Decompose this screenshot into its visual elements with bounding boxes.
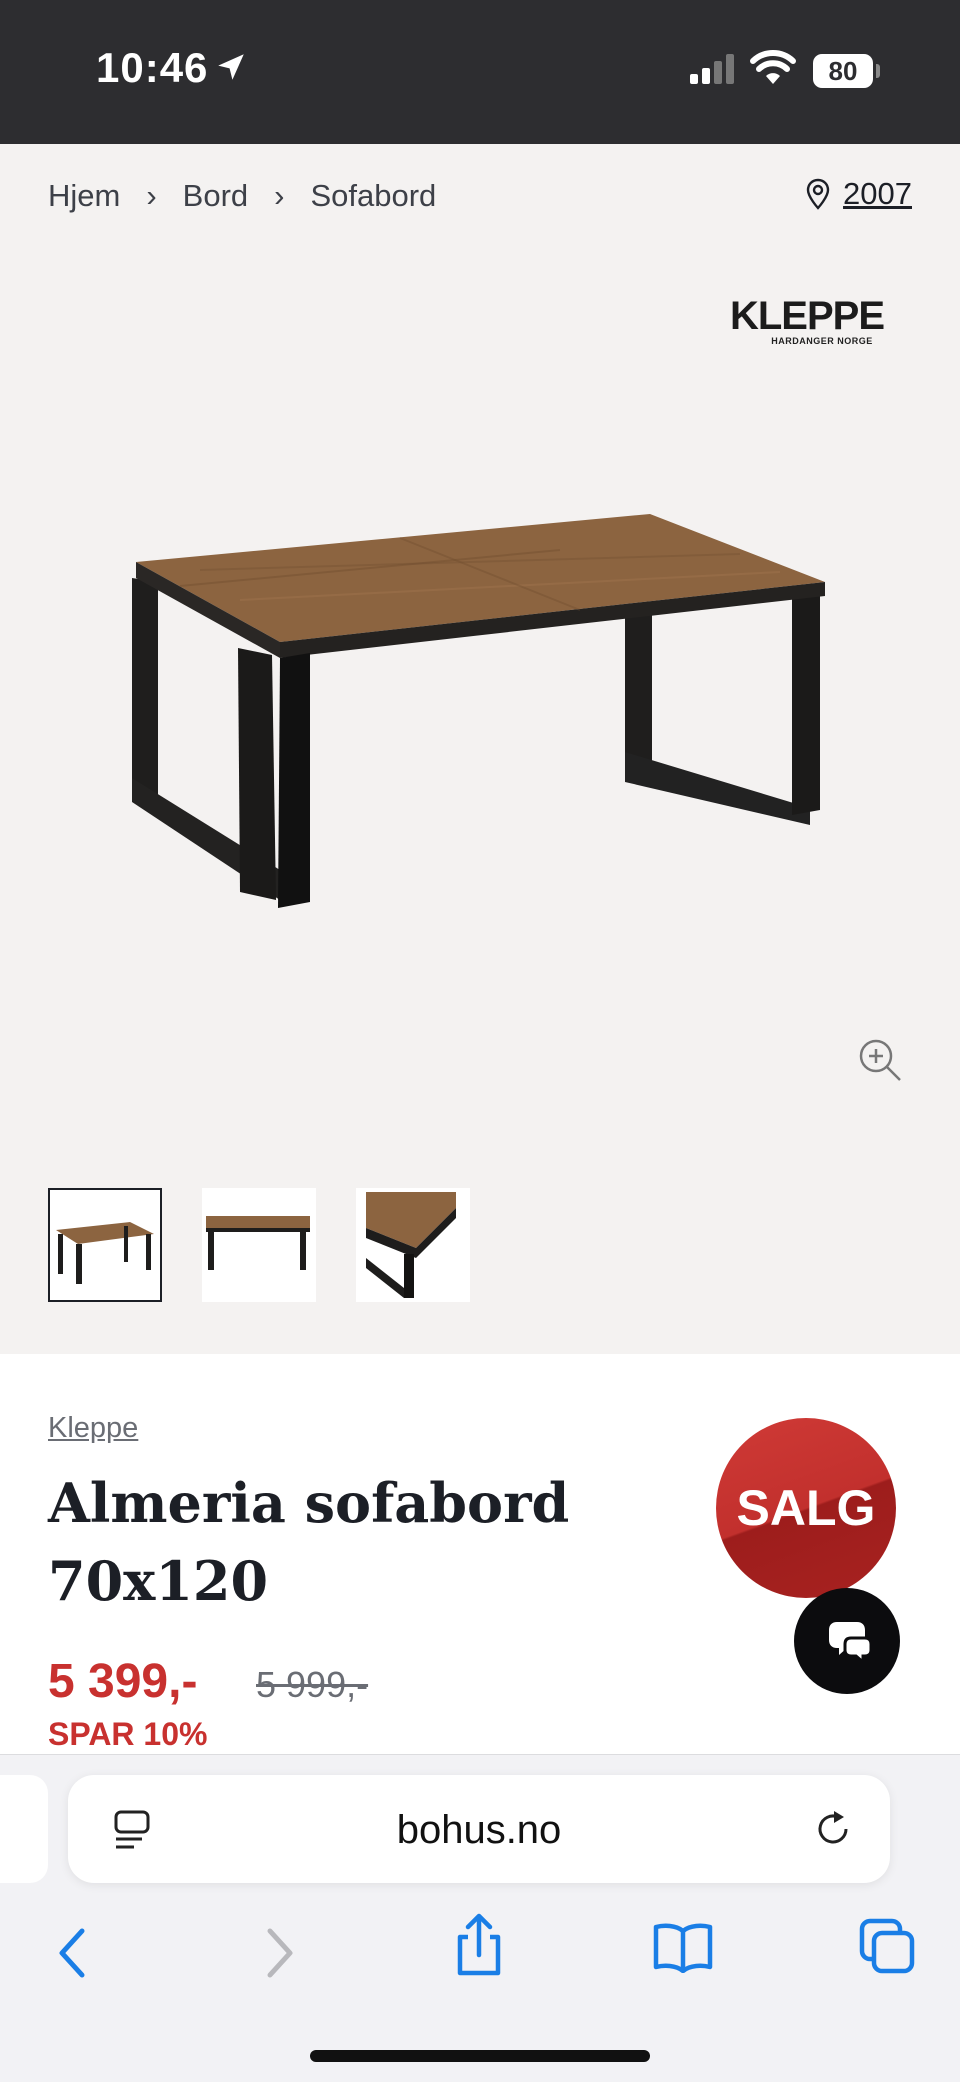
thumbnail-1[interactable] — [48, 1188, 162, 1302]
brand-logo-subtitle: HARDANGER NORGE — [771, 336, 873, 346]
location-arrow-icon — [218, 54, 244, 80]
chevron-right-icon: › — [146, 178, 157, 213]
saving-label: SPAR 10% — [48, 1716, 208, 1752]
product-brand-link[interactable]: Kleppe — [48, 1412, 138, 1445]
previous-tab-preview[interactable] — [0, 1775, 48, 1883]
brand-logo-name: KLEPPE — [729, 294, 885, 338]
wifi-icon — [750, 50, 796, 84]
product-title-line2: 70x120 — [48, 1549, 269, 1613]
zoom-in-icon[interactable] — [856, 1036, 904, 1084]
product-title-line1: Almeria sofabord — [48, 1471, 570, 1535]
bookmarks-icon[interactable] — [652, 1921, 714, 1973]
location-pin-icon — [806, 178, 830, 210]
home-indicator — [310, 2050, 650, 2062]
thumbnail-3[interactable] — [356, 1188, 470, 1302]
battery-indicator: 80 — [813, 54, 873, 88]
browser-toolbar — [0, 1905, 960, 2005]
tabs-icon[interactable] — [858, 1917, 916, 1975]
thumbnail-image — [206, 1216, 310, 1270]
share-icon[interactable] — [452, 1913, 506, 1979]
status-time: 10:46 — [96, 44, 209, 91]
sale-price: 5 399,- — [48, 1655, 198, 1708]
thumbnail-image — [56, 1222, 154, 1284]
breadcrumb-bord[interactable]: Bord — [183, 178, 248, 214]
address-bar[interactable]: bohus.no — [68, 1775, 890, 1883]
sale-badge: SALG — [716, 1418, 896, 1598]
breadcrumb: Hjem › Bord › Sofabord — [48, 178, 436, 214]
chevron-right-icon: › — [274, 178, 285, 213]
forward-icon[interactable] — [262, 1925, 298, 1981]
thumbnail-image — [366, 1192, 456, 1298]
product-image[interactable] — [120, 490, 840, 910]
breadcrumb-home[interactable]: Hjem — [48, 178, 120, 214]
brand-logo: KLEPPE HARDANGER NORGE — [726, 296, 888, 346]
store-code[interactable]: 2007 — [843, 176, 912, 212]
cellular-signal-icon — [690, 54, 734, 84]
store-selector[interactable]: 2007 — [805, 176, 912, 212]
chat-bubbles-icon — [829, 1622, 873, 1664]
breadcrumb-sofabord[interactable]: Sofabord — [310, 178, 436, 214]
product-title: Almeria sofabord 70x120 — [48, 1464, 608, 1620]
thumbnail-2[interactable] — [202, 1188, 316, 1302]
thumbnail-strip — [48, 1188, 470, 1302]
reload-icon[interactable] — [814, 1807, 854, 1851]
battery-tip — [876, 64, 880, 78]
original-price: 5 999,- — [256, 1664, 369, 1705]
browser-bottom-bar: bohus.no — [0, 1754, 960, 2082]
status-bar: 10:46 80 — [0, 0, 960, 144]
url-text[interactable]: bohus.no — [68, 1808, 890, 1853]
back-icon[interactable] — [54, 1925, 90, 1981]
chat-button[interactable] — [794, 1588, 900, 1694]
